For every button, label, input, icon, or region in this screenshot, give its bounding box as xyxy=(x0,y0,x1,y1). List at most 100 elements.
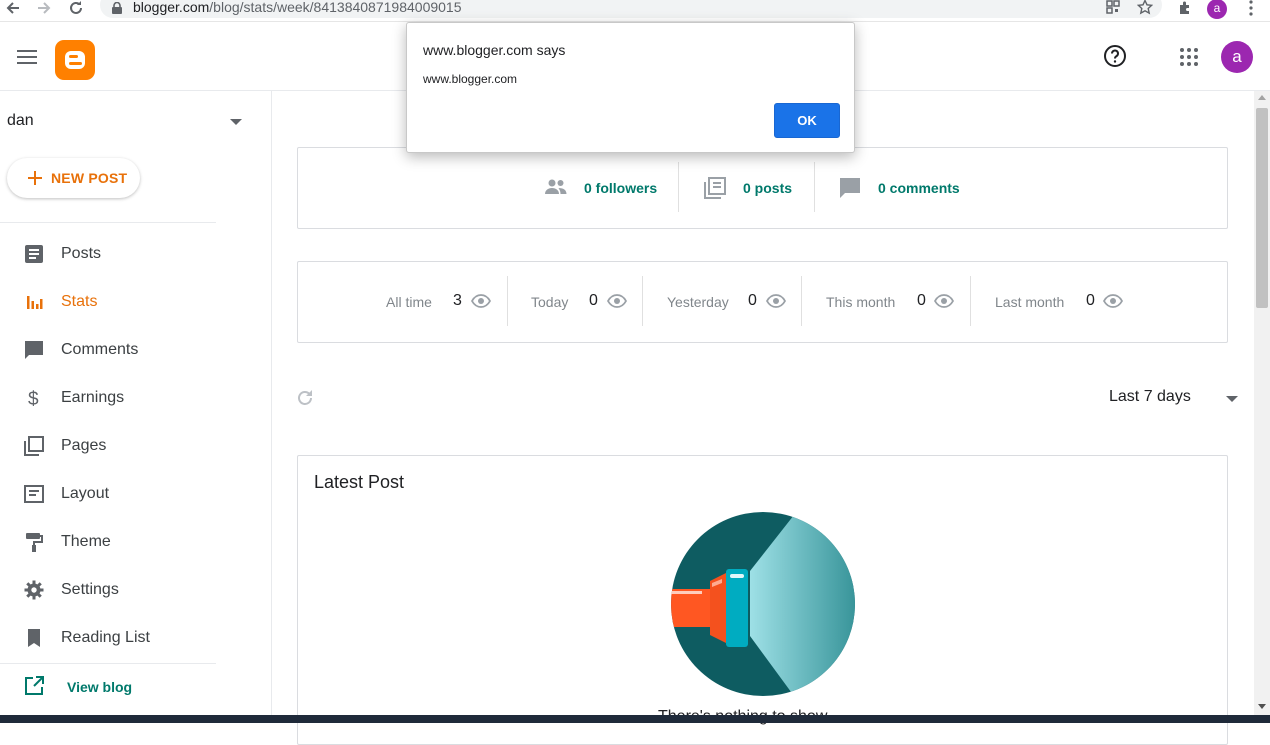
overview-counts-card: 0 followers 0 posts 0 comments xyxy=(297,147,1228,229)
sidebar-item-layout[interactable]: Layout xyxy=(0,475,240,515)
view-stat-label: Today xyxy=(531,294,569,310)
pages-icon xyxy=(23,435,45,457)
scroll-up-arrow-icon[interactable] xyxy=(1258,95,1266,100)
view-stat-value: 0 xyxy=(1086,292,1095,309)
posts-icon xyxy=(23,243,45,265)
refresh-icon[interactable] xyxy=(295,388,315,408)
people-icon xyxy=(544,177,568,197)
google-apps-icon[interactable] xyxy=(1180,48,1198,66)
pageviews-card: All time 3 Today 0 Yesterday 0 This mont… xyxy=(297,261,1228,343)
gear-icon xyxy=(23,579,45,601)
dialog-message: www.blogger.com xyxy=(423,72,518,86)
url-text: blogger.com/blog/stats/week/841384087198… xyxy=(133,0,462,15)
comment-icon xyxy=(839,177,861,199)
reload-icon[interactable] xyxy=(68,0,86,16)
date-range-value: Last 7 days xyxy=(1109,388,1191,405)
alert-dialog: www.blogger.com says www.blogger.com OK xyxy=(406,22,855,153)
view-stat-label: This month xyxy=(826,294,896,310)
view-stat-value: 3 xyxy=(453,292,462,309)
eye-icon xyxy=(607,294,627,308)
bookmark-icon xyxy=(23,627,45,649)
sidebar-item-label: Reading List xyxy=(61,629,150,646)
eye-icon xyxy=(1103,294,1123,308)
view-stat-value: 0 xyxy=(589,292,598,309)
sidebar-item-comments[interactable]: Comments xyxy=(0,331,240,371)
sidebar-item-label: Comments xyxy=(61,341,139,358)
view-stat-value: 0 xyxy=(917,292,926,309)
view-blog-link[interactable]: View blog xyxy=(0,667,240,707)
os-taskbar xyxy=(0,715,1270,723)
sidebar-item-settings[interactable]: Settings xyxy=(0,571,240,611)
dollar-icon: $ xyxy=(23,387,45,409)
lock-icon xyxy=(112,2,122,14)
new-post-button[interactable]: NEW POST xyxy=(7,158,140,198)
sidebar-item-stats[interactable]: Stats xyxy=(0,283,240,323)
separator xyxy=(970,276,971,326)
sidebar-item-label: Earnings xyxy=(61,389,125,406)
sidebar-item-label: Pages xyxy=(61,437,107,454)
scroll-down-arrow-icon[interactable] xyxy=(1258,704,1266,709)
view-stat-value: 0 xyxy=(748,292,757,309)
separator xyxy=(801,276,802,326)
sidebar: dan NEW POST Posts Stats Comments $ Earn… xyxy=(0,91,272,723)
separator xyxy=(814,162,815,212)
paint-roller-icon xyxy=(23,531,45,553)
scroll-thumb[interactable] xyxy=(1256,108,1268,308)
eye-icon xyxy=(471,294,491,308)
flashlight-illustration xyxy=(670,511,856,697)
chevron-down-icon xyxy=(230,119,242,125)
view-stat-label: Last month xyxy=(995,294,1065,310)
posts-label: 0 posts xyxy=(743,180,793,196)
bookmark-star-icon[interactable] xyxy=(1137,0,1153,15)
main-content: 0 followers 0 posts 0 comments All time … xyxy=(273,91,1254,745)
separator xyxy=(642,276,643,326)
view-blog-label: View blog xyxy=(67,679,133,695)
blogger-logo[interactable] xyxy=(55,40,95,80)
plus-icon xyxy=(26,169,44,187)
dialog-title: www.blogger.com says xyxy=(423,42,566,58)
eye-icon xyxy=(766,294,786,308)
help-icon[interactable] xyxy=(1103,44,1127,68)
back-arrow-icon[interactable] xyxy=(5,0,23,16)
sidebar-item-posts[interactable]: Posts xyxy=(0,235,240,275)
blog-selector[interactable]: dan xyxy=(7,112,247,132)
latest-post-title: Latest Post xyxy=(314,472,405,492)
separator xyxy=(678,162,679,212)
browser-menu-icon[interactable] xyxy=(1243,0,1261,16)
followers-label: 0 followers xyxy=(584,180,658,196)
browser-profile-avatar[interactable]: a xyxy=(1207,0,1227,19)
ok-button[interactable]: OK xyxy=(774,103,840,138)
new-post-label: NEW POST xyxy=(51,170,128,186)
chevron-down-icon xyxy=(1226,396,1238,402)
sidebar-item-reading-list[interactable]: Reading List xyxy=(0,619,240,659)
extensions-icon[interactable] xyxy=(1177,0,1195,16)
article-stack-icon xyxy=(704,177,726,199)
sidebar-item-pages[interactable]: Pages xyxy=(0,427,240,467)
blog-name: dan xyxy=(7,112,34,129)
latest-post-card: Latest Post xyxy=(297,455,1228,745)
sidebar-item-label: Settings xyxy=(61,581,119,598)
sidebar-item-label: Posts xyxy=(61,245,102,262)
sidebar-divider xyxy=(0,222,216,223)
account-avatar[interactable]: a xyxy=(1221,41,1253,73)
hamburger-menu-icon[interactable] xyxy=(17,50,37,64)
browser-toolbar: blogger.com/blog/stats/week/841384087198… xyxy=(0,0,1270,22)
address-bar[interactable]: blogger.com/blog/stats/week/841384087198… xyxy=(100,0,1162,18)
stats-icon xyxy=(23,291,45,313)
view-stat-label: Yesterday xyxy=(667,294,729,310)
layout-icon xyxy=(23,483,45,505)
comments-label: 0 comments xyxy=(878,180,960,196)
sidebar-item-theme[interactable]: Theme xyxy=(0,523,240,563)
sidebar-item-label: Theme xyxy=(61,533,111,550)
forward-arrow-icon[interactable] xyxy=(36,0,54,16)
date-range-select[interactable]: Last 7 days xyxy=(1109,388,1249,412)
sidebar-item-earnings[interactable]: $ Earnings xyxy=(0,379,240,419)
sidebar-item-label: Layout xyxy=(61,485,110,502)
qr-code-icon[interactable] xyxy=(1106,0,1120,14)
page-scrollbar[interactable] xyxy=(1254,91,1270,715)
eye-icon xyxy=(934,294,954,308)
view-stat-label: All time xyxy=(386,294,432,310)
comments-icon xyxy=(23,339,45,361)
open-in-new-icon xyxy=(23,675,45,697)
svg-text:$: $ xyxy=(28,389,39,409)
